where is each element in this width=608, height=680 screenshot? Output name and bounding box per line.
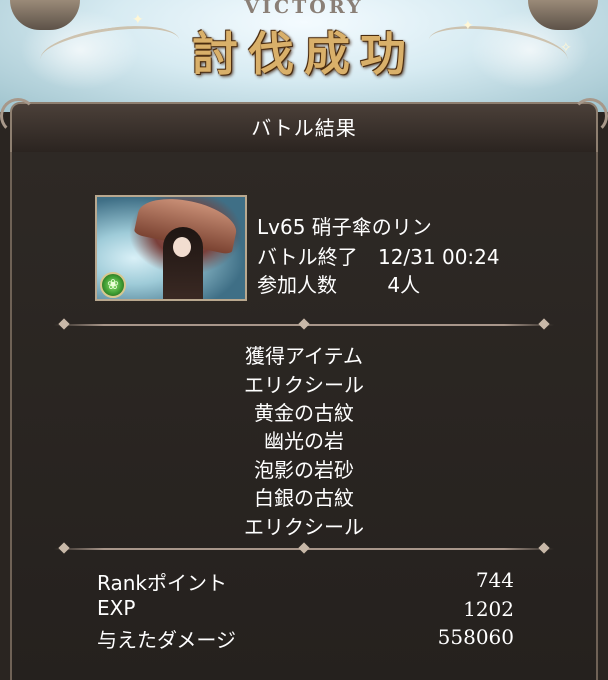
rank-points-label: Rankポイント xyxy=(97,571,227,595)
item-entry: 泡影の岩砂 xyxy=(254,458,354,482)
victory-title: 討伐成功 xyxy=(192,27,416,81)
battle-end-label: バトル終了 xyxy=(257,245,358,269)
exp-value: 1202 xyxy=(463,597,514,621)
participants-value: 4人 xyxy=(387,273,421,297)
exp-label: EXP xyxy=(97,596,136,620)
item-entry: 黄金の古紋 xyxy=(254,401,354,425)
boss-name: Lv65 硝子傘のリン xyxy=(257,215,432,239)
victory-label: VICTORY xyxy=(244,0,364,18)
item-entry: 幽光の岩 xyxy=(264,429,344,453)
damage-label: 与えたダメージ xyxy=(97,628,236,652)
participants-row: 参加人数 4人 xyxy=(257,269,420,298)
item-entry: 白銀の古紋 xyxy=(254,486,354,510)
items-heading: 獲得アイテム xyxy=(245,344,363,368)
rank-points-value: 744 xyxy=(475,568,514,592)
character-face xyxy=(173,237,191,257)
damage-value: 558060 xyxy=(437,625,514,649)
divider xyxy=(42,542,566,554)
victory-banner: ✦ ✦ ✧ VICTORY 討伐成功 xyxy=(0,0,608,112)
battle-end-row: バトル終了 12/31 00:24 xyxy=(257,241,500,270)
participants-label: 参加人数 xyxy=(257,273,337,297)
item-entry: エリクシール xyxy=(244,515,364,539)
panel-title: バトル結果 xyxy=(251,116,357,140)
item-entry: エリクシール xyxy=(244,373,364,397)
battle-end-time: 12/31 00:24 xyxy=(377,245,500,269)
divider xyxy=(42,318,566,330)
wind-element-icon: ❀ xyxy=(100,272,126,298)
